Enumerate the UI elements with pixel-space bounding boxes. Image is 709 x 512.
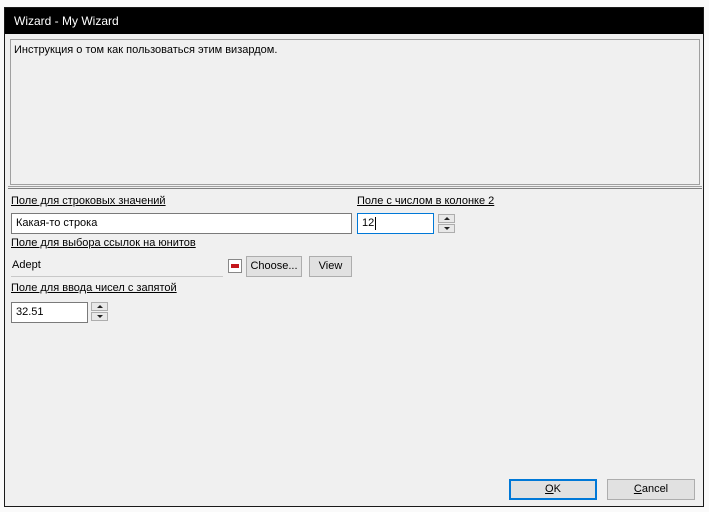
unit-ref-label: Поле для выбора ссылок на юнитов <box>11 237 196 249</box>
view-button[interactable]: View <box>309 256 352 277</box>
spin-down-icon <box>444 227 450 230</box>
wizard-dialog: Wizard - My Wizard Инструкция о том как … <box>4 7 704 507</box>
window-title: Wizard - My Wizard <box>14 14 119 28</box>
spin-up-icon <box>97 305 103 308</box>
title-bar[interactable]: Wizard - My Wizard <box>5 8 703 34</box>
spin-up-button[interactable] <box>91 302 108 311</box>
string-field-label: Поле для строковых значений <box>11 195 166 207</box>
string-field-input[interactable]: Какая-то строка <box>11 213 352 234</box>
unit-ref-input: Adept <box>11 256 223 277</box>
panel-splitter[interactable] <box>8 186 702 189</box>
spin-down-button[interactable] <box>438 224 455 233</box>
ok-accel: O <box>545 483 554 495</box>
cancel-accel: C <box>633 483 642 495</box>
number-col2-label: Поле с числом в колонке 2 <box>357 195 495 207</box>
background-window-right <box>704 0 709 512</box>
background-window <box>0 0 709 7</box>
number-col2-spinner[interactable] <box>438 214 455 233</box>
number-col2-value: 12 <box>362 217 375 229</box>
ok-button[interactable]: OK <box>509 479 597 500</box>
choose-button[interactable]: Choose... <box>246 256 302 277</box>
unit-color-icon <box>228 259 242 273</box>
cancel-rest: ancel <box>641 483 669 495</box>
cancel-button[interactable]: Cancel <box>607 479 695 500</box>
ok-rest: K <box>553 483 561 495</box>
decimal-field-label: Поле для ввода чисел с запятой <box>11 282 177 294</box>
instructions-panel: Инструкция о том как пользоваться этим в… <box>10 39 700 185</box>
background-window-bottom <box>0 507 709 512</box>
spin-down-icon <box>97 315 103 318</box>
instructions-text: Инструкция о том как пользоваться этим в… <box>14 44 278 56</box>
spin-down-button[interactable] <box>91 312 108 321</box>
decimal-field-input[interactable]: 32.51 <box>11 302 88 323</box>
number-col2-input[interactable]: 12 <box>357 213 434 234</box>
decimal-field-spinner[interactable] <box>91 302 108 321</box>
spin-up-button[interactable] <box>438 214 455 223</box>
text-cursor <box>375 216 377 230</box>
spin-up-icon <box>444 217 450 220</box>
